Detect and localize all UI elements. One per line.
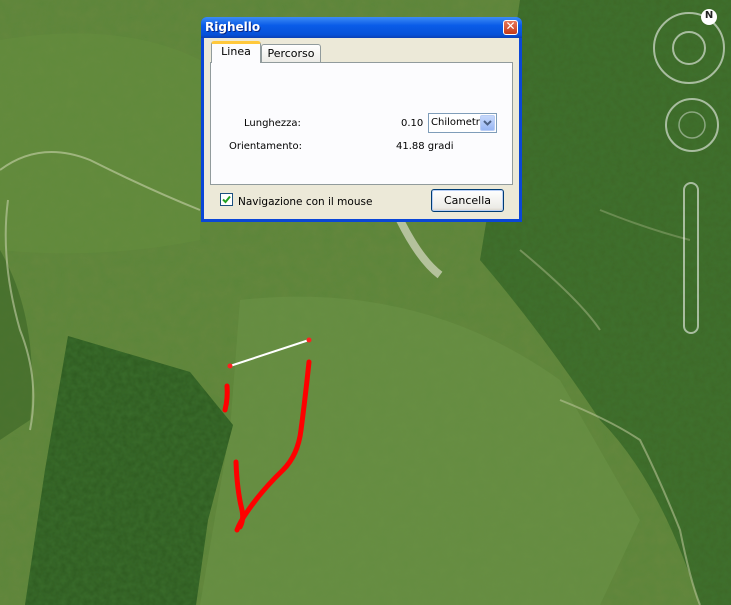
red-track-segment — [222, 383, 230, 413]
cancel-button[interactable]: Cancella — [431, 189, 504, 212]
ruler-dialog: Righello ✕ Linea Percorso Lunghezza: 0.1… — [201, 17, 522, 222]
ruler-start-point[interactable] — [227, 363, 233, 369]
zoom-slider[interactable] — [683, 182, 699, 334]
checkmark-icon — [222, 195, 231, 204]
title-bar[interactable]: Righello ✕ — [201, 17, 522, 38]
mouse-navigation-checkbox[interactable] — [220, 193, 233, 206]
orientation-label: Orientamento: — [229, 141, 302, 152]
chevron-down-icon[interactable] — [480, 115, 495, 131]
tab-linea[interactable]: Linea — [211, 41, 261, 63]
tab-percorso[interactable]: Percorso — [261, 44, 321, 62]
north-up-button[interactable]: N — [701, 9, 717, 25]
mouse-navigation-label[interactable]: Navigazione con il mouse — [238, 196, 372, 208]
length-label: Lunghezza: — [244, 118, 301, 129]
close-icon: ✕ — [505, 19, 516, 33]
unit-select[interactable]: Chilometri — [428, 113, 497, 133]
cancel-button-label: Cancella — [443, 194, 492, 207]
ruler-end-point[interactable] — [306, 337, 312, 343]
tab-linea-label: Linea — [221, 45, 251, 58]
tab-panel: Lunghezza: 0.10 Chilometri Orientamento:… — [210, 62, 513, 185]
length-value: 0.10 — [401, 118, 424, 129]
north-icon: N — [704, 10, 714, 21]
orientation-value: 41.88 gradi — [396, 141, 454, 152]
unit-select-value: Chilometri — [431, 117, 483, 128]
tab-percorso-label: Percorso — [267, 47, 315, 60]
dialog-body: Linea Percorso Lunghezza: 0.10 Chilometr… — [204, 38, 519, 219]
close-button[interactable]: ✕ — [503, 19, 518, 35]
dialog-title: Righello — [205, 20, 261, 34]
